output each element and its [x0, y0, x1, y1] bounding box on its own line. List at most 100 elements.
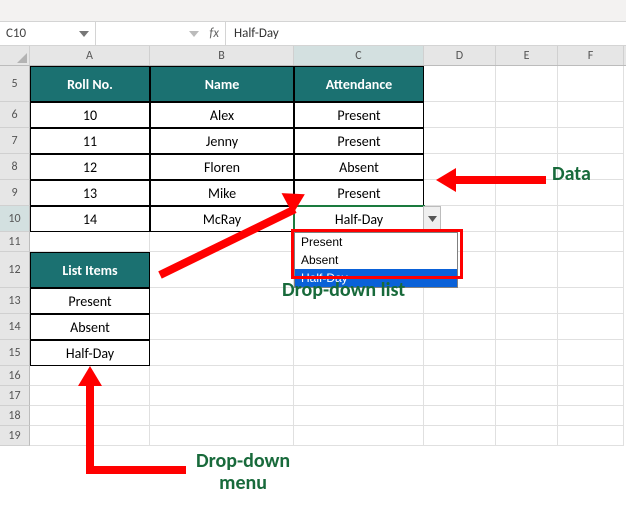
cell-name[interactable]: Floren: [150, 154, 294, 180]
row-header[interactable]: 16: [0, 366, 30, 386]
row-header[interactable]: 12: [0, 252, 30, 288]
row-header[interactable]: 6: [0, 102, 30, 128]
cell-att-selected[interactable]: Half-Day: [294, 206, 424, 232]
row-header[interactable]: 10: [0, 206, 30, 232]
cell[interactable]: [150, 340, 294, 366]
row-header[interactable]: 7: [0, 128, 30, 154]
cell-att[interactable]: Present: [294, 180, 424, 206]
cell[interactable]: [150, 366, 294, 386]
row-header[interactable]: 13: [0, 288, 30, 314]
cell[interactable]: [558, 366, 624, 386]
cell-name[interactable]: Jenny: [150, 128, 294, 154]
cell[interactable]: [558, 314, 624, 340]
cell-roll[interactable]: 10: [30, 102, 150, 128]
cell[interactable]: [558, 232, 624, 252]
cell[interactable]: [150, 386, 294, 406]
cell-roll[interactable]: 14: [30, 206, 150, 232]
formula-input[interactable]: Half-Day: [226, 22, 626, 45]
cell[interactable]: [294, 366, 424, 386]
cell[interactable]: [558, 288, 624, 314]
cell[interactable]: [294, 386, 424, 406]
list-item[interactable]: Half-Day: [30, 340, 150, 366]
cell[interactable]: [424, 102, 496, 128]
cell-name[interactable]: Alex: [150, 102, 294, 128]
cell-roll[interactable]: 12: [30, 154, 150, 180]
cell[interactable]: [424, 386, 496, 406]
dropdown-option[interactable]: Present: [295, 233, 457, 251]
cell[interactable]: [496, 314, 558, 340]
cell[interactable]: [30, 232, 150, 252]
cell[interactable]: [150, 288, 294, 314]
row-header[interactable]: 14: [0, 314, 30, 340]
cell[interactable]: [496, 232, 558, 252]
cell-att[interactable]: Present: [294, 128, 424, 154]
row-header[interactable]: 8: [0, 154, 30, 180]
cell[interactable]: [558, 406, 624, 426]
row-header[interactable]: 5: [0, 66, 30, 102]
col-header[interactable]: A: [30, 46, 150, 65]
cell-roll[interactable]: 11: [30, 128, 150, 154]
cell[interactable]: [496, 288, 558, 314]
cell[interactable]: [424, 128, 496, 154]
cell[interactable]: [424, 426, 496, 446]
row-header[interactable]: 18: [0, 406, 30, 426]
cell[interactable]: [558, 206, 624, 232]
cell[interactable]: [496, 386, 558, 406]
row-header[interactable]: 11: [0, 232, 30, 252]
cell[interactable]: [424, 288, 496, 314]
cell[interactable]: [496, 366, 558, 386]
cell[interactable]: [558, 252, 624, 288]
cell-name[interactable]: Mike: [150, 180, 294, 206]
cell[interactable]: [496, 426, 558, 446]
cell[interactable]: [558, 66, 624, 102]
cell[interactable]: [496, 406, 558, 426]
cell[interactable]: [558, 128, 624, 154]
row-header[interactable]: 15: [0, 340, 30, 366]
list-item[interactable]: Present: [30, 288, 150, 314]
list-items-header[interactable]: List Items: [30, 252, 150, 288]
worksheet-grid[interactable]: A B C D E F 5 Roll No. Name Attendance 6…: [0, 46, 626, 446]
row-header[interactable]: 17: [0, 386, 30, 406]
cell[interactable]: [424, 340, 496, 366]
cell[interactable]: [558, 102, 624, 128]
cell-roll[interactable]: 13: [30, 180, 150, 206]
cell[interactable]: [424, 406, 496, 426]
cell[interactable]: [294, 406, 424, 426]
row-header[interactable]: 9: [0, 180, 30, 206]
cell[interactable]: [558, 340, 624, 366]
col-header[interactable]: D: [424, 46, 496, 65]
cell[interactable]: [150, 314, 294, 340]
row-header[interactable]: 19: [0, 426, 30, 446]
fx-icon[interactable]: fx: [209, 26, 219, 41]
list-item[interactable]: Absent: [30, 314, 150, 340]
cell-att[interactable]: Present: [294, 102, 424, 128]
chevron-down-icon[interactable]: [189, 31, 199, 37]
cell[interactable]: [424, 314, 496, 340]
cell[interactable]: [150, 426, 294, 446]
dropdown-button[interactable]: [423, 206, 441, 232]
cell[interactable]: [558, 386, 624, 406]
table-header-roll[interactable]: Roll No.: [30, 66, 150, 102]
cell[interactable]: [424, 366, 496, 386]
cell[interactable]: [496, 340, 558, 366]
cell[interactable]: [496, 206, 558, 232]
col-header[interactable]: C: [294, 46, 424, 65]
col-header[interactable]: F: [558, 46, 624, 65]
cell[interactable]: [424, 66, 496, 102]
dropdown-option[interactable]: Absent: [295, 251, 457, 269]
cell[interactable]: [150, 406, 294, 426]
cell[interactable]: [294, 314, 424, 340]
chevron-down-icon[interactable]: [79, 31, 89, 37]
name-box[interactable]: C10: [0, 22, 96, 45]
table-header-att[interactable]: Attendance: [294, 66, 424, 102]
col-header[interactable]: B: [150, 46, 294, 65]
cell[interactable]: [294, 340, 424, 366]
cell-att[interactable]: Absent: [294, 154, 424, 180]
cell[interactable]: [558, 426, 624, 446]
cell[interactable]: [294, 426, 424, 446]
select-all-button[interactable]: [0, 46, 30, 65]
col-header[interactable]: E: [496, 46, 558, 65]
cell[interactable]: [496, 102, 558, 128]
cell[interactable]: [496, 252, 558, 288]
table-header-name[interactable]: Name: [150, 66, 294, 102]
